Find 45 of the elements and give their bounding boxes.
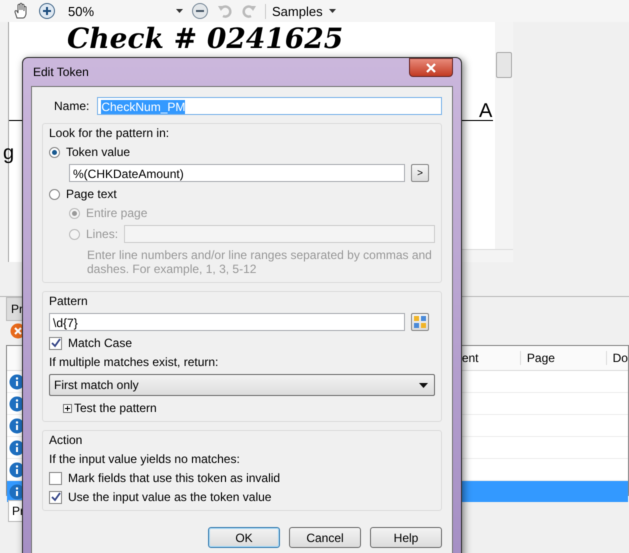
lines-field[interactable] <box>124 225 435 243</box>
radio-option[interactable]: Page text <box>49 187 435 201</box>
checkbox-option[interactable]: Use the input value as the token value <box>49 490 435 504</box>
close-button[interactable] <box>409 58 453 77</box>
zoom-in-icon[interactable] <box>38 2 56 20</box>
field-label: If multiple matches exist, return: <box>49 355 220 369</box>
group-title: Action <box>49 433 84 447</box>
caret-icon <box>328 9 336 13</box>
group-title: Pattern <box>49 294 89 308</box>
caret-icon <box>419 382 428 388</box>
vertical-scrollbar[interactable] <box>495 22 513 250</box>
dialog-button[interactable]: Help <box>370 527 442 548</box>
pattern-picker-button[interactable] <box>411 313 429 331</box>
checkbox[interactable] <box>49 490 62 504</box>
dialog-button[interactable]: Cancel <box>289 527 361 548</box>
caret-icon <box>176 9 183 13</box>
document-text: A <box>479 100 492 123</box>
checkbox[interactable] <box>49 472 62 484</box>
samples-menu[interactable]: Samples <box>265 4 336 18</box>
document-text: g <box>3 142 14 165</box>
check-heading: Check # 0241625 <box>67 22 344 56</box>
field-label: If the input value yields no matches: <box>49 452 241 466</box>
column-header[interactable]: Do <box>606 351 628 365</box>
column-header[interactable]: ent <box>462 351 520 365</box>
checkmark-icon <box>50 492 60 502</box>
window-title: Edit Token <box>33 65 89 79</box>
close-icon <box>426 62 436 72</box>
zoom-out-icon[interactable] <box>191 2 209 20</box>
test-pattern-toggle[interactable]: Test the pattern <box>49 401 435 415</box>
token-value-field[interactable]: %(CHKDateAmount) <box>69 164 405 182</box>
zoom-dropdown[interactable]: 50% <box>64 4 183 18</box>
radio-option[interactable]: Token value <box>49 145 435 159</box>
checkbox-option[interactable]: Mark fields that use this token as invalid <box>49 471 435 485</box>
grid-icon <box>414 316 426 328</box>
dialog-button[interactable]: OK <box>208 527 280 548</box>
pattern-field[interactable]: \d{7} <box>49 313 405 331</box>
hint-text: Enter line numbers and/or line ranges separated by commas and dashes. For example, 1, 3, 5-12 <box>86 248 433 276</box>
insert-button[interactable]: > <box>411 164 429 182</box>
checkbox-option[interactable]: Match Case <box>49 336 435 350</box>
checkbox[interactable] <box>49 336 62 350</box>
match-dropdown[interactable]: First match only <box>49 374 435 396</box>
group-title: Look for the pattern in: <box>49 126 170 140</box>
column-header[interactable]: Page <box>520 351 606 365</box>
field-label: Name: <box>54 99 90 113</box>
checkmark-icon <box>50 338 60 348</box>
